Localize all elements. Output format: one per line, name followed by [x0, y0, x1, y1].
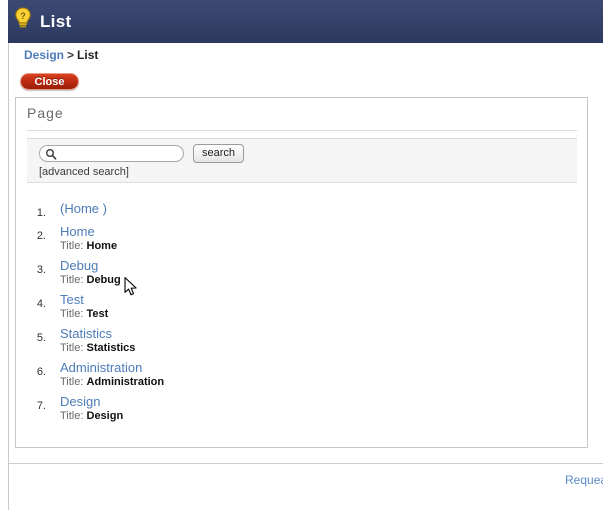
- row-title: Title: Administration: [60, 376, 164, 388]
- list-item: 6. Administration Title: Administration: [16, 360, 589, 394]
- search-input-wrapper[interactable]: [39, 145, 184, 163]
- lightbulb-icon: ?: [14, 7, 32, 29]
- breadcrumb-separator: >: [67, 48, 75, 62]
- row-title: Title: Debug: [60, 274, 121, 286]
- list-item: 1. (Home ): [16, 201, 589, 224]
- row-title: Title: Statistics: [60, 342, 135, 354]
- heading-divider: [27, 130, 577, 131]
- content-panel: Page search [advanced search] 1. (Home ): [15, 97, 588, 448]
- footer-divider: [9, 463, 603, 464]
- row-link[interactable]: Administration: [60, 360, 142, 375]
- svg-text:?: ?: [20, 11, 26, 21]
- list-item: 3. Debug Title: Debug: [16, 258, 589, 292]
- magnifier-icon: [45, 148, 57, 160]
- row-title-label: Title:: [60, 342, 84, 354]
- row-link[interactable]: Test: [60, 292, 84, 307]
- row-link[interactable]: (Home ): [60, 201, 107, 216]
- row-title-value: Statistics: [86, 342, 136, 354]
- list-item: 2. Home Title: Home: [16, 224, 589, 258]
- row-index: 4.: [36, 298, 46, 310]
- row-index: 3.: [36, 264, 46, 276]
- row-title: Title: Home: [60, 240, 117, 252]
- search-input[interactable]: [59, 146, 181, 163]
- search-button[interactable]: search: [193, 144, 245, 163]
- row-title: Title: Design: [60, 410, 123, 422]
- list-item: 4. Test Title: Test: [16, 292, 589, 326]
- row-title-value: Administration: [86, 376, 165, 388]
- window-title: List: [40, 12, 72, 31]
- row-index: 6.: [36, 366, 46, 378]
- breadcrumb: Design > List: [24, 48, 98, 62]
- title-bar: ? List: [8, 0, 603, 43]
- list-item: 7. Design Title: Design: [16, 394, 589, 428]
- search-bar: search [advanced search]: [27, 138, 577, 183]
- footer-brand-link[interactable]: Requea: [565, 473, 603, 487]
- row-index: 2.: [36, 230, 46, 242]
- row-title-label: Title:: [60, 308, 84, 320]
- row-title-label: Title:: [60, 240, 84, 252]
- row-link[interactable]: Home: [60, 224, 95, 239]
- row-title-label: Title:: [60, 376, 84, 388]
- advanced-search-link[interactable]: [advanced search]: [39, 166, 129, 178]
- row-title: Title: Test: [60, 308, 108, 320]
- row-index: 5.: [36, 332, 46, 344]
- row-link[interactable]: Statistics: [60, 326, 112, 341]
- breadcrumb-link-design[interactable]: Design: [24, 48, 64, 62]
- page-heading: Page: [27, 105, 64, 121]
- row-title-label: Title:: [60, 274, 84, 286]
- results-list: 1. (Home ) 2. Home Title: Home 3. Debug …: [16, 201, 589, 428]
- close-button[interactable]: Close: [20, 73, 79, 90]
- row-title-label: Title:: [60, 410, 84, 422]
- row-link[interactable]: Design: [60, 394, 100, 409]
- row-title-value: Design: [86, 410, 124, 422]
- row-title-value: Home: [86, 240, 118, 252]
- breadcrumb-current: List: [77, 48, 99, 62]
- list-item: 5. Statistics Title: Statistics: [16, 326, 589, 360]
- row-index: 7.: [36, 400, 46, 412]
- row-title-value: Test: [86, 308, 109, 320]
- row-title-value: Debug: [86, 274, 121, 286]
- application-window: ? List Design > List Close Page search […: [0, 0, 603, 510]
- row-index: 1.: [36, 207, 46, 219]
- row-link[interactable]: Debug: [60, 258, 98, 273]
